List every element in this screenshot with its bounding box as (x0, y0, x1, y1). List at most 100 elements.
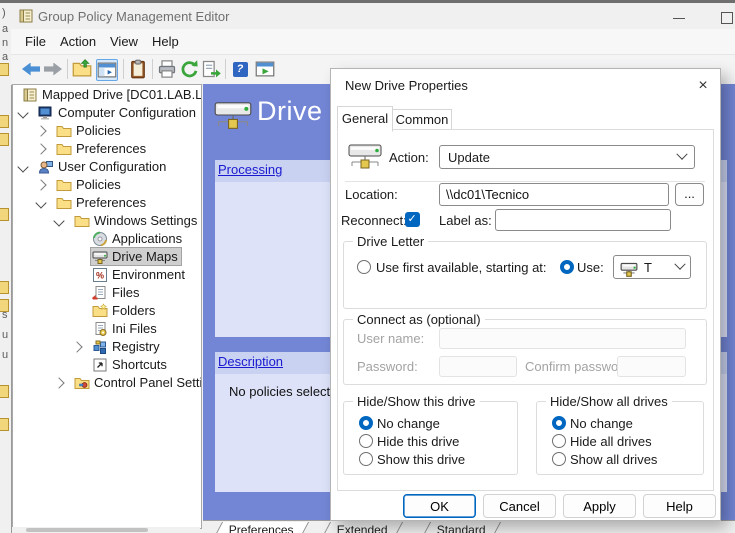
this-no-change-radio[interactable] (359, 416, 373, 430)
drive-letter-select[interactable]: T (613, 255, 691, 279)
show-all-drives-radio[interactable] (552, 452, 566, 466)
export-list-icon[interactable] (201, 59, 221, 79)
use-first-available-radio[interactable] (357, 260, 371, 274)
tree-item-target[interactable]: Files (91, 284, 142, 301)
tree-item-target[interactable]: %Environment (91, 266, 188, 283)
close-icon[interactable]: × (693, 76, 713, 96)
tree-item-drive-maps: Drive Maps (13, 248, 202, 266)
tree-item-target[interactable]: Applications (91, 230, 185, 247)
tree-item-target[interactable]: Policies (55, 122, 124, 139)
use-first-available-label: Use first available, starting at: (376, 260, 547, 275)
chevron-expanded-icon[interactable] (17, 161, 28, 172)
edge-text-fragment: u (2, 349, 8, 361)
all-no-change-radio[interactable] (552, 416, 566, 430)
folder-icon (74, 213, 90, 229)
tree-item-label: Applications (112, 230, 182, 248)
help-icon[interactable]: ? (230, 59, 250, 79)
menu-action[interactable]: Action (56, 33, 100, 50)
tree-item-target[interactable]: Policies (55, 176, 124, 193)
reconnect-checkbox[interactable] (405, 212, 420, 227)
tree-item-target[interactable]: Registry (91, 338, 163, 355)
user-name-label: User name: (357, 331, 424, 346)
hide-all-drives-radio[interactable] (552, 434, 566, 448)
tab-common[interactable]: Common (392, 109, 452, 131)
tree-item-label: Ini Files (112, 320, 157, 338)
edge-text-fragment: a (2, 23, 8, 35)
tree-item-label: Folders (112, 302, 155, 320)
tree-item-label: Environment (112, 266, 185, 284)
use-radio[interactable] (560, 260, 574, 274)
tree-item-preferences: Preferences (13, 140, 202, 158)
tree-item-label: Drive Maps (112, 248, 178, 266)
applications-icon (92, 231, 108, 247)
tab-extended[interactable]: Extended (320, 522, 403, 533)
show-console-tree-icon[interactable] (96, 59, 118, 81)
tree-item-label: Shortcuts (112, 356, 167, 374)
hide-this-drive-radio[interactable] (359, 434, 373, 448)
tree-item-label: Registry (112, 338, 160, 356)
browse-button[interactable]: ... (675, 183, 704, 206)
help-button[interactable]: Help (643, 494, 716, 518)
shortcut-icon (92, 357, 108, 373)
tree-item-label: Windows Settings (94, 212, 197, 230)
tab-preferences[interactable]: Preferences (212, 522, 309, 533)
tree-item-target[interactable]: Windows Settings (73, 212, 200, 229)
edge-text-fragment: a (2, 51, 8, 63)
label-as-input[interactable] (495, 209, 671, 231)
tree-item-target[interactable]: Computer Configuration (37, 104, 199, 121)
chevron-collapsed-icon[interactable] (53, 377, 64, 388)
clipboard-icon[interactable] (128, 59, 148, 79)
chevron-expanded-icon[interactable] (17, 107, 28, 118)
tree-item-target[interactable]: Shortcuts (91, 356, 170, 373)
tree-item-label: Preferences (76, 194, 146, 212)
chevron-collapsed-icon[interactable] (71, 341, 82, 352)
new-window-icon[interactable] (255, 59, 275, 79)
tree-item-target[interactable]: Mapped Drive [DC01.LAB.LOCA (21, 86, 202, 103)
hide-this-drive-label: Hide this drive (377, 434, 459, 449)
tree-item-target[interactable]: User Configuration (37, 158, 169, 175)
apply-button[interactable]: Apply (563, 494, 636, 518)
password-input (439, 356, 517, 377)
up-one-level-icon[interactable] (72, 59, 92, 79)
console-tree: Mapped Drive [DC01.LAB.LOCAComputer Conf… (12, 84, 202, 529)
scrollbar-thumb[interactable] (26, 528, 148, 532)
tree-item-target[interactable]: Ini Files (91, 320, 160, 337)
description-link[interactable]: Description (218, 354, 283, 369)
tree-item-target[interactable]: Control Panel Settings (73, 374, 202, 391)
ok-button[interactable]: OK (403, 494, 476, 518)
action-value: Update (448, 150, 490, 165)
chevron-collapsed-icon[interactable] (35, 125, 46, 136)
chevron-collapsed-icon[interactable] (35, 179, 46, 190)
processing-link[interactable]: Processing (218, 162, 282, 177)
tree-item-applications: Applications (13, 230, 202, 248)
tree-item-target[interactable]: Folders (91, 302, 158, 319)
chevron-expanded-icon[interactable] (53, 215, 64, 226)
action-select[interactable]: Update (439, 145, 695, 169)
registry-icon (92, 339, 108, 355)
chevron-expanded-icon[interactable] (35, 197, 46, 208)
tab-general[interactable]: General (337, 106, 393, 132)
location-input[interactable] (439, 183, 669, 206)
maximize-button[interactable] (713, 9, 735, 25)
print-icon[interactable] (157, 59, 177, 79)
refresh-icon[interactable] (179, 59, 199, 79)
tree-item-target[interactable]: Preferences (55, 194, 149, 211)
chevron-collapsed-icon[interactable] (35, 143, 46, 154)
menu-view[interactable]: View (106, 33, 142, 50)
edge-icon-fragment (0, 115, 9, 128)
tree-item-preferences: Preferences (13, 194, 202, 212)
menu-file[interactable]: File (21, 33, 50, 50)
menu-help[interactable]: Help (148, 33, 183, 50)
edge-icon-fragment (0, 385, 9, 398)
forward-icon[interactable] (43, 59, 63, 79)
cancel-button[interactable]: Cancel (483, 494, 556, 518)
back-icon[interactable] (21, 59, 41, 79)
tree-item-target[interactable]: Drive Maps (91, 248, 181, 265)
menu-bar: File Action View Help (11, 29, 735, 54)
tree-item-registry: Registry (13, 338, 202, 356)
tree-horizontal-scrollbar[interactable] (12, 527, 200, 533)
tab-standard[interactable]: Standard (420, 522, 501, 533)
tree-item-target[interactable]: Preferences (55, 140, 149, 157)
show-this-drive-radio[interactable] (359, 452, 373, 466)
minimize-button[interactable] (666, 9, 694, 25)
